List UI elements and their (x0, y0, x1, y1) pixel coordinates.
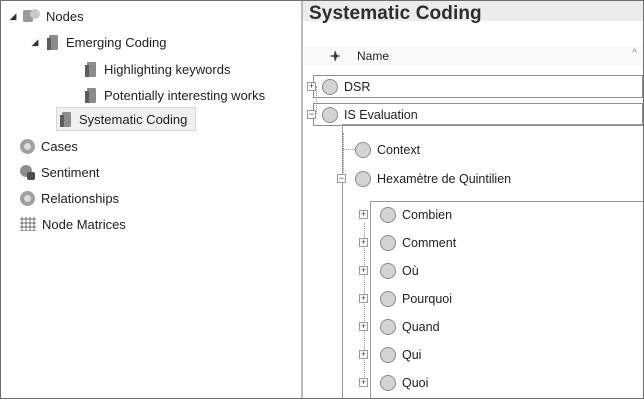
expand-toggle[interactable]: + (359, 350, 368, 359)
tree-row-label: Comment (402, 236, 457, 250)
folder-icon (47, 34, 60, 50)
expand-toggle[interactable]: + (359, 210, 368, 219)
nav-item-label: Sentiment (41, 164, 100, 180)
nav-item-highlighting-keywords[interactable]: Highlighting keywords (85, 57, 230, 81)
node-icon (380, 235, 396, 251)
tree-row-label: Hexamètre de Quintilien (377, 172, 512, 186)
expand-toggle[interactable]: + (359, 266, 368, 275)
sort-indicator-icon: ^ (632, 48, 637, 59)
node-icon (380, 319, 396, 335)
node-icon (380, 207, 396, 223)
sentiment-icon (20, 164, 35, 180)
tree-row-quoi[interactable]: + Quoi (359, 371, 630, 395)
folder-icon (85, 61, 98, 77)
node-icon (322, 78, 338, 95)
expand-toggle[interactable]: + (359, 238, 368, 247)
nav-item-label: Highlighting keywords (104, 61, 231, 77)
tree-connector (343, 149, 355, 150)
tree-row-label: Quoi (402, 376, 429, 390)
expand-toggle[interactable]: + (359, 322, 368, 331)
nav-item-label: Systematic Coding (79, 111, 188, 127)
expand-toggle[interactable]: − (337, 174, 346, 183)
detail-pane: Systematic Coding Name ^ + DSR − IS Eval… (303, 1, 643, 398)
expand-toggle[interactable]: − (307, 110, 316, 119)
relationships-icon (20, 190, 35, 206)
tree-row-label: Quand (402, 320, 440, 334)
nav-item-nodes[interactable]: ◢ Nodes (7, 4, 84, 28)
nav-item-node-matrices[interactable]: Node Matrices (20, 212, 126, 236)
collapse-arrow-icon[interactable]: ◢ (29, 37, 41, 48)
nav-item-label: Node Matrices (42, 216, 126, 232)
tree-row-is-evaluation[interactable]: − IS Evaluation (307, 103, 643, 126)
nodes-icon (23, 9, 40, 23)
nav-item-label: Emerging Coding (66, 34, 167, 50)
nav-item-cases[interactable]: Cases (20, 134, 78, 158)
folder-icon (60, 111, 73, 127)
node-icon (322, 106, 338, 123)
column-header-name[interactable]: Name (357, 49, 389, 63)
nav-item-label: Relationships (41, 190, 120, 206)
tree-row-label: Combien (402, 208, 453, 222)
nav-item-potentially-interesting-works[interactable]: Potentially interesting works (85, 83, 265, 107)
page-title: Systematic Coding (309, 3, 482, 24)
nav-item-label: Cases (41, 138, 78, 154)
nav-item-relationships[interactable]: Relationships (20, 186, 119, 210)
tree-row-label: Pourquoi (402, 292, 453, 306)
tree-row-combien[interactable]: + Combien (359, 203, 630, 227)
tree-row-hexametre[interactable]: − Hexamètre de Quintilien (337, 167, 635, 191)
navigation-pane: ◢ Nodes ◢ Emerging Coding Highlighting k… (1, 1, 301, 398)
nav-item-sentiment[interactable]: Sentiment (20, 160, 100, 184)
tree-row-comment[interactable]: + Comment (359, 231, 630, 255)
cases-icon (20, 138, 35, 154)
tree-row-label: IS Evaluation (344, 107, 418, 122)
tree-row-label: Context (377, 143, 421, 157)
collapse-arrow-icon[interactable]: ◢ (7, 11, 19, 22)
tree-row-label: Où (402, 264, 419, 278)
node-icon (355, 171, 371, 187)
node-icon (380, 375, 396, 391)
nav-item-label: Nodes (46, 8, 84, 24)
nav-item-emerging-coding[interactable]: ◢ Emerging Coding (29, 30, 166, 54)
tree-row-label: Qui (402, 348, 422, 362)
list-column-header[interactable]: Name ^ (303, 46, 643, 66)
expand-toggle[interactable]: + (307, 82, 316, 91)
nav-item-label: Potentially interesting works (104, 87, 266, 103)
tree-row-dsr[interactable]: + DSR (307, 75, 643, 98)
expand-toggle[interactable]: + (359, 378, 368, 387)
tree-row-ou[interactable]: + Où (359, 259, 630, 283)
node-icon (380, 291, 396, 307)
tree-row-quand[interactable]: + Quand (359, 315, 630, 339)
tree-connector (364, 223, 365, 387)
tree-row-label: DSR (344, 79, 371, 94)
nav-item-systematic-coding[interactable]: Systematic Coding (56, 107, 197, 131)
folder-icon (85, 87, 98, 103)
tree-row-qui[interactable]: + Qui (359, 343, 630, 367)
node-matrices-icon (20, 217, 36, 231)
pin-icon[interactable] (328, 49, 342, 63)
tree-row-context[interactable]: Context (355, 138, 635, 162)
node-icon (380, 347, 396, 363)
tree-row-pourquoi[interactable]: + Pourquoi (359, 287, 630, 311)
expand-toggle[interactable]: + (359, 294, 368, 303)
node-icon (355, 142, 371, 158)
node-icon (380, 263, 396, 279)
